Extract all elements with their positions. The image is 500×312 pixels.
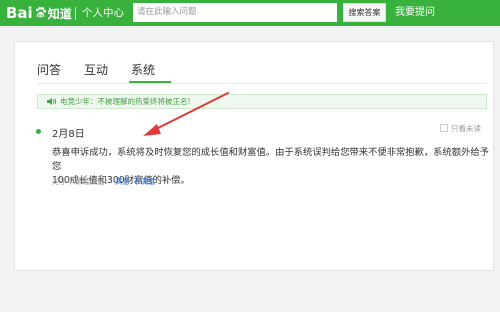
entry-date: 2月8日: [52, 129, 85, 140]
logo-zhidao-text: 知道: [47, 7, 72, 21]
feedback-row: 对于申诉结果您： 满意 不满意: [52, 176, 156, 187]
top-navigation-bar: Bai du 知道 个人中心 请在此输入问题 搜索答案 我要提问: [0, 0, 500, 26]
only-unread-label[interactable]: 只看未读: [451, 123, 481, 134]
feedback-prefix: 对于申诉结果您：: [52, 177, 112, 186]
tabs-divider: [37, 83, 487, 84]
logo-bai-text: Bai: [6, 4, 33, 22]
svg-text:du: du: [37, 12, 43, 17]
timeline-dot: [36, 129, 41, 134]
only-unread-checkbox[interactable]: [440, 124, 448, 132]
satisfied-link[interactable]: 满意: [115, 177, 130, 186]
speaker-icon: [47, 97, 57, 106]
baidu-paw-icon: du: [35, 6, 46, 17]
header-divider: [75, 7, 76, 20]
search-input[interactable]: 请在此输入问题: [133, 3, 337, 22]
baidu-zhidao-logo[interactable]: Bai du 知道: [6, 2, 72, 24]
system-message-line1: 恭喜申诉成功，系统将及时恢复您的成长值和财富值。由于系统误判给您带来不便非常抱歉…: [52, 147, 489, 172]
search-button[interactable]: 搜索答案: [343, 3, 386, 22]
unsatisfied-link[interactable]: 不满意: [133, 177, 156, 186]
tab-qa[interactable]: 问答: [37, 61, 61, 78]
tab-interaction[interactable]: 互动: [84, 61, 108, 78]
message-panel: 问答 互动 系统 电竞少年：不被理解的热爱终将被正名! 2月8日 只看未读 恭喜…: [14, 41, 494, 271]
tab-system[interactable]: 系统: [131, 61, 155, 78]
notice-text: 电竞少年：不被理解的热爱终将被正名!: [60, 97, 191, 106]
ask-question-link[interactable]: 我要提问: [395, 0, 435, 26]
notice-banner[interactable]: 电竞少年：不被理解的热爱终将被正名!: [37, 94, 487, 109]
user-center-link[interactable]: 个人中心: [82, 0, 124, 26]
